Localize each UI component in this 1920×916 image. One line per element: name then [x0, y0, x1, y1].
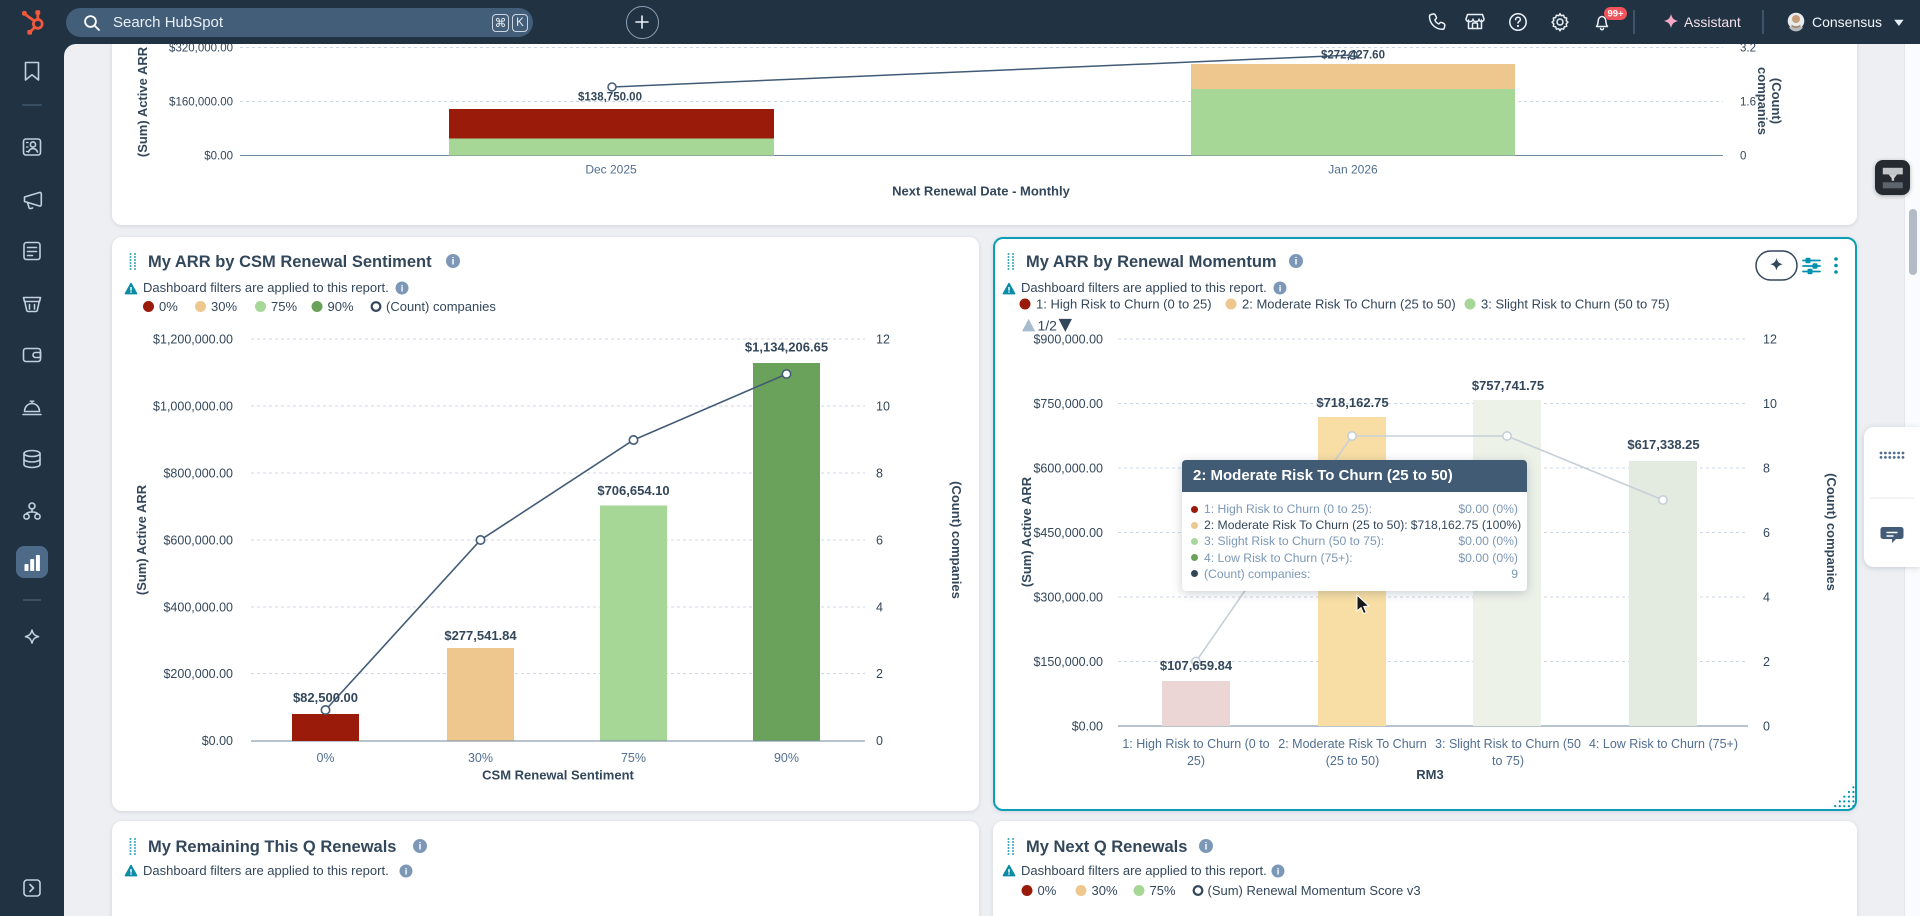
svg-text:i: i	[401, 283, 404, 294]
svg-text:$0.00: $0.00	[204, 151, 233, 163]
svg-text:12: 12	[1763, 333, 1777, 347]
svg-text:Next Renewal Date - Monthly: Next Renewal Date - Monthly	[892, 184, 1070, 199]
svg-text:Dashboard filters are applied: Dashboard filters are applied to this re…	[1021, 280, 1267, 295]
svg-text:i: i	[1277, 866, 1280, 877]
svg-text:12: 12	[876, 333, 890, 347]
svg-text:Assistant: Assistant	[1684, 14, 1741, 30]
svg-text:$1,000,000.00: $1,000,000.00	[153, 400, 233, 414]
svg-text:Dashboard filters are applied: Dashboard filters are applied to this re…	[143, 280, 389, 295]
svg-text:$0.00: $0.00	[1072, 720, 1103, 734]
svg-text:0%: 0%	[316, 751, 334, 765]
svg-text:My Next Q Renewals: My Next Q Renewals	[1026, 838, 1187, 856]
svg-text:My ARR by Renewal Momentum: My ARR by Renewal Momentum	[1026, 253, 1277, 271]
svg-text:90%: 90%	[328, 299, 354, 314]
svg-text:2: 2	[876, 667, 883, 681]
svg-text:(Sum) Renewal Momentum Score v: (Sum) Renewal Momentum Score v3	[1208, 883, 1421, 898]
svg-text:$0.00: $0.00	[202, 734, 233, 748]
svg-text:$450,000.00: $450,000.00	[1033, 526, 1103, 540]
svg-text:Dec 2025: Dec 2025	[585, 163, 637, 177]
svg-text:0: 0	[1763, 720, 1770, 734]
svg-text:6: 6	[1763, 526, 1770, 540]
svg-text:75%: 75%	[1150, 883, 1176, 898]
svg-text:(Count) companies: (Count) companies	[949, 481, 964, 599]
svg-text:0: 0	[876, 734, 883, 748]
svg-text:3.2: 3.2	[1740, 44, 1756, 55]
svg-text:30%: 30%	[211, 299, 237, 314]
svg-text:My Remaining This Q Renewals: My Remaining This Q Renewals	[148, 838, 396, 856]
svg-text:$718,162.75: $718,162.75	[1316, 395, 1388, 410]
svg-text:$900,000.00: $900,000.00	[1033, 333, 1103, 347]
svg-text:(Count) companies: (Count) companies	[386, 299, 496, 314]
svg-text:$1,200,000.00: $1,200,000.00	[153, 333, 233, 347]
svg-text:10: 10	[876, 400, 890, 414]
svg-text:RM3: RM3	[1416, 767, 1443, 782]
svg-text:0%: 0%	[159, 299, 178, 314]
svg-text:$800,000.00: $800,000.00	[163, 467, 233, 481]
svg-text:companies: companies	[1755, 67, 1770, 135]
svg-text:$1,134,206.65: $1,134,206.65	[745, 340, 828, 355]
svg-text:$277,541.84: $277,541.84	[444, 628, 517, 643]
svg-text:$750,000.00: $750,000.00	[1033, 397, 1103, 411]
svg-text:Dashboard filters are applied: Dashboard filters are applied to this re…	[143, 863, 389, 878]
svg-text:1: High Risk to Churn (0 to: 1: High Risk to Churn (0 to	[1122, 737, 1269, 751]
svg-text:99+: 99+	[1607, 9, 1624, 20]
svg-text:4: 4	[1763, 591, 1770, 605]
svg-text:$600,000.00: $600,000.00	[163, 534, 233, 548]
svg-text:i: i	[1279, 283, 1282, 294]
svg-text:75%: 75%	[271, 299, 297, 314]
svg-text:$272,427.60: $272,427.60	[1321, 50, 1385, 62]
svg-text:10: 10	[1763, 397, 1777, 411]
svg-text:$138,750.00: $138,750.00	[578, 92, 642, 104]
svg-text:1/2: 1/2	[1038, 318, 1058, 334]
svg-text:$706,654.10: $706,654.10	[597, 483, 669, 498]
svg-text:2: Moderate Risk To Churn (25: 2: Moderate Risk To Churn (25 to 50)	[1242, 297, 1456, 312]
svg-text:30%: 30%	[468, 751, 493, 765]
svg-text:0: 0	[1740, 151, 1746, 163]
svg-text:(Sum) Active ARR: (Sum) Active ARR	[134, 484, 149, 595]
svg-text:4: Low Risk to Churn (75+): 4: Low Risk to Churn (75+)	[1589, 737, 1738, 751]
svg-text:My ARR by CSM Renewal Sentimen: My ARR by CSM Renewal Sentiment	[148, 253, 432, 271]
svg-text:3: Slight Risk to Churn (50 to: 3: Slight Risk to Churn (50 to 75)	[1481, 297, 1670, 312]
svg-text:i: i	[405, 866, 408, 877]
svg-text:$757,741.75: $757,741.75	[1472, 378, 1544, 393]
svg-text:$82,500.00: $82,500.00	[293, 690, 358, 705]
svg-text:2: 2	[1763, 655, 1770, 669]
svg-text:4: 4	[876, 601, 883, 615]
svg-text:$200,000.00: $200,000.00	[163, 667, 233, 681]
svg-text:0%: 0%	[1038, 883, 1057, 898]
svg-text:30%: 30%	[1092, 883, 1118, 898]
svg-text:Dashboard filters are applied: Dashboard filters are applied to this re…	[1021, 863, 1267, 878]
svg-text:1.6: 1.6	[1740, 97, 1756, 109]
svg-text:$617,338.25: $617,338.25	[1627, 437, 1699, 452]
svg-text:$160,000.00: $160,000.00	[169, 97, 233, 109]
svg-text:i: i	[1205, 842, 1208, 853]
svg-text:(25 to 50): (25 to 50)	[1326, 754, 1380, 768]
svg-text:(Count) companies: (Count) companies	[1824, 473, 1839, 591]
svg-text:i: i	[452, 257, 455, 268]
svg-text:6: 6	[876, 534, 883, 548]
svg-text:CSM Renewal Sentiment: CSM Renewal Sentiment	[482, 768, 634, 783]
svg-text:$600,000.00: $600,000.00	[1033, 462, 1103, 476]
svg-text:(Count): (Count)	[1769, 78, 1784, 124]
svg-text:(Sum) Active ARR: (Sum) Active ARR	[135, 46, 150, 157]
svg-text:(Sum) Active ARR: (Sum) Active ARR	[1019, 476, 1034, 587]
svg-text:$150,000.00: $150,000.00	[1033, 655, 1103, 669]
svg-text:to 75): to 75)	[1492, 754, 1524, 768]
svg-text:$107,659.84: $107,659.84	[1160, 658, 1233, 673]
svg-text:75%: 75%	[621, 751, 646, 765]
svg-text:8: 8	[1763, 462, 1770, 476]
svg-text:3: Slight Risk to Churn (50: 3: Slight Risk to Churn (50	[1435, 737, 1581, 751]
svg-text:1: High Risk to Churn (0 to 25: 1: High Risk to Churn (0 to 25)	[1036, 297, 1212, 312]
svg-text:$320,000.00: $320,000.00	[169, 44, 233, 55]
svg-text:Consensus: Consensus	[1812, 14, 1882, 30]
svg-text:2: Moderate Risk To Churn: 2: Moderate Risk To Churn	[1278, 737, 1426, 751]
svg-text:$300,000.00: $300,000.00	[1033, 591, 1103, 605]
svg-text:$400,000.00: $400,000.00	[163, 601, 233, 615]
svg-text:8: 8	[876, 467, 883, 481]
svg-text:i: i	[1295, 257, 1298, 268]
svg-text:25): 25)	[1187, 754, 1205, 768]
svg-text:Jan 2026: Jan 2026	[1328, 163, 1378, 177]
svg-text:i: i	[419, 842, 422, 853]
svg-text:90%: 90%	[774, 751, 799, 765]
